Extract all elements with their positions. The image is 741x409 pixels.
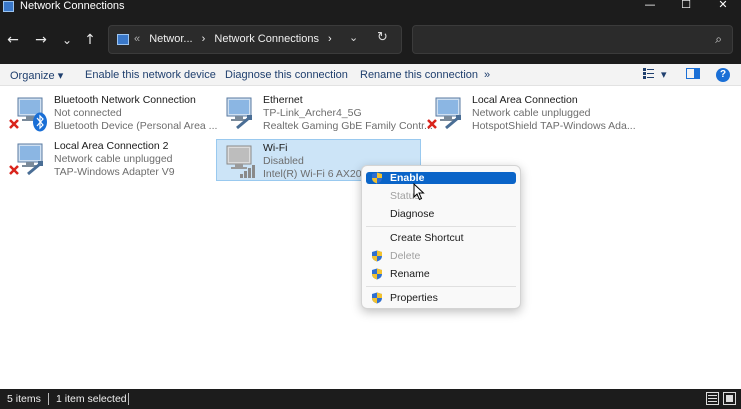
large-icons-view-icon bbox=[726, 395, 733, 402]
connection-status: Disabled bbox=[263, 155, 304, 167]
back-button[interactable]: ← bbox=[3, 30, 23, 50]
connection-name: Bluetooth Network Connection bbox=[54, 94, 196, 106]
connection-status: TP-Link_Archer4_5G bbox=[263, 107, 362, 119]
status-separator bbox=[128, 393, 129, 405]
preview-pane-icon[interactable] bbox=[686, 68, 700, 82]
forward-button[interactable]: → bbox=[31, 30, 51, 50]
control-panel-icon bbox=[117, 34, 129, 45]
address-dropdown-icon[interactable]: ⌄ bbox=[349, 31, 358, 44]
selection-count: 1 item selected bbox=[56, 393, 127, 405]
bluetooth-icon bbox=[33, 112, 47, 132]
menu-item-create-shortcut[interactable]: Create Shortcut bbox=[366, 232, 516, 244]
menu-item-properties[interactable]: Properties bbox=[366, 292, 516, 304]
maximize-button[interactable]: ☐ bbox=[674, 0, 698, 12]
menu-separator bbox=[366, 226, 516, 227]
error-x-icon bbox=[9, 165, 19, 175]
item-count: 5 items bbox=[7, 393, 41, 405]
refresh-icon[interactable]: ↻ bbox=[377, 30, 388, 45]
connection-device: TAP-Windows Adapter V9 bbox=[54, 166, 175, 178]
rename-connection-button[interactable]: Rename this connection bbox=[360, 69, 478, 81]
navigation-bar: ← → ⌄ ↑ « Networ... › Network Connection… bbox=[0, 14, 741, 64]
search-input[interactable]: ⌕ bbox=[412, 25, 733, 54]
connection-device: Bluetooth Device (Personal Area ... bbox=[54, 120, 218, 132]
recent-locations-button[interactable]: ⌄ bbox=[57, 30, 77, 50]
connection-name: Ethernet bbox=[263, 94, 303, 106]
menu-item-label: Rename bbox=[390, 268, 430, 280]
title-bar: Network Connections — ☐ ✕ bbox=[0, 0, 741, 14]
details-view-button[interactable] bbox=[706, 392, 719, 405]
error-x-icon bbox=[9, 119, 19, 129]
connection-name: Local Area Connection bbox=[472, 94, 578, 106]
connection-item-bluetooth[interactable]: Bluetooth Network Connection Not connect… bbox=[8, 92, 217, 134]
uac-shield-icon bbox=[372, 172, 382, 184]
menu-separator bbox=[366, 286, 516, 287]
breadcrumb: « Networ... › Network Connections › bbox=[134, 33, 338, 45]
menu-item-rename[interactable]: Rename bbox=[366, 268, 516, 280]
status-separator bbox=[48, 393, 49, 405]
search-icon[interactable]: ⌕ bbox=[715, 32, 722, 47]
connection-item-local-area[interactable]: Local Area Connection Network cable unpl… bbox=[426, 92, 636, 134]
menu-item-enable[interactable]: Enable bbox=[366, 172, 516, 184]
breadcrumb-separator-icon[interactable]: › bbox=[202, 33, 206, 45]
enable-device-button[interactable]: Enable this network device bbox=[85, 69, 216, 81]
details-view-icon bbox=[643, 68, 654, 79]
menu-item-delete[interactable]: Delete bbox=[366, 250, 516, 262]
ethernet-cable-icon bbox=[445, 115, 461, 130]
wifi-signal-bars-icon bbox=[240, 165, 255, 178]
connection-device: Realtek Gaming GbE Family Contr... bbox=[263, 120, 433, 132]
connection-status: Not connected bbox=[54, 107, 122, 119]
command-bar: Organize ▾ Enable this network device Di… bbox=[0, 64, 741, 86]
breadcrumb-item[interactable]: Networ... bbox=[149, 33, 192, 45]
menu-item-status[interactable]: Status bbox=[366, 190, 516, 202]
menu-item-label: Delete bbox=[390, 250, 421, 262]
connection-item-ethernet[interactable]: Ethernet TP-Link_Archer4_5G Realtek Gami… bbox=[217, 92, 433, 134]
error-x-icon bbox=[427, 119, 437, 129]
connection-item-local-area-2[interactable]: Local Area Connection 2 Network cable un… bbox=[8, 138, 213, 180]
connection-name: Wi-Fi bbox=[263, 142, 288, 154]
mouse-cursor-icon bbox=[413, 183, 425, 201]
connection-device: HotspotShield TAP-Windows Ada... bbox=[472, 120, 636, 132]
uac-shield-icon bbox=[372, 292, 382, 304]
breadcrumb-separator-icon[interactable]: › bbox=[328, 33, 332, 45]
connection-name: Local Area Connection 2 bbox=[54, 140, 169, 152]
network-connections-app-icon bbox=[3, 1, 14, 12]
breadcrumb-item-current[interactable]: Network Connections bbox=[214, 33, 319, 45]
help-icon[interactable]: ? bbox=[716, 68, 730, 82]
menu-item-diagnose[interactable]: Diagnose bbox=[366, 208, 516, 220]
connection-status: Network cable unplugged bbox=[54, 153, 173, 165]
menu-item-label: Properties bbox=[390, 292, 438, 304]
context-menu: Enable Status Diagnose Create Shortcut D… bbox=[361, 165, 521, 309]
uac-shield-icon bbox=[372, 250, 382, 262]
change-view-icon[interactable] bbox=[643, 68, 655, 82]
window-title: Network Connections bbox=[20, 0, 125, 12]
ethernet-cable-icon bbox=[236, 115, 252, 130]
up-button[interactable]: ↑ bbox=[80, 30, 100, 50]
menu-item-label: Create Shortcut bbox=[390, 232, 464, 244]
uac-shield-icon bbox=[372, 268, 382, 280]
view-options-dropdown-icon[interactable]: ▾ bbox=[661, 68, 667, 81]
menu-item-label: Diagnose bbox=[390, 208, 435, 220]
details-view-icon bbox=[708, 395, 717, 402]
status-bar: 5 items 1 item selected bbox=[0, 389, 741, 409]
breadcrumb-overflow[interactable]: « bbox=[134, 33, 140, 45]
connection-device: Intel(R) Wi-Fi 6 AX200 bbox=[263, 168, 368, 180]
more-commands-button[interactable]: » bbox=[484, 69, 490, 81]
organize-button[interactable]: Organize ▾ bbox=[10, 69, 63, 82]
connection-status: Network cable unplugged bbox=[472, 107, 591, 119]
minimize-button[interactable]: — bbox=[638, 0, 662, 12]
large-icons-view-button[interactable] bbox=[723, 392, 736, 405]
address-bar[interactable]: « Networ... › Network Connections › ⌄ ↻ bbox=[108, 25, 402, 54]
ethernet-cable-icon bbox=[27, 161, 43, 176]
close-button[interactable]: ✕ bbox=[711, 0, 735, 12]
diagnose-connection-button[interactable]: Diagnose this connection bbox=[225, 69, 348, 81]
